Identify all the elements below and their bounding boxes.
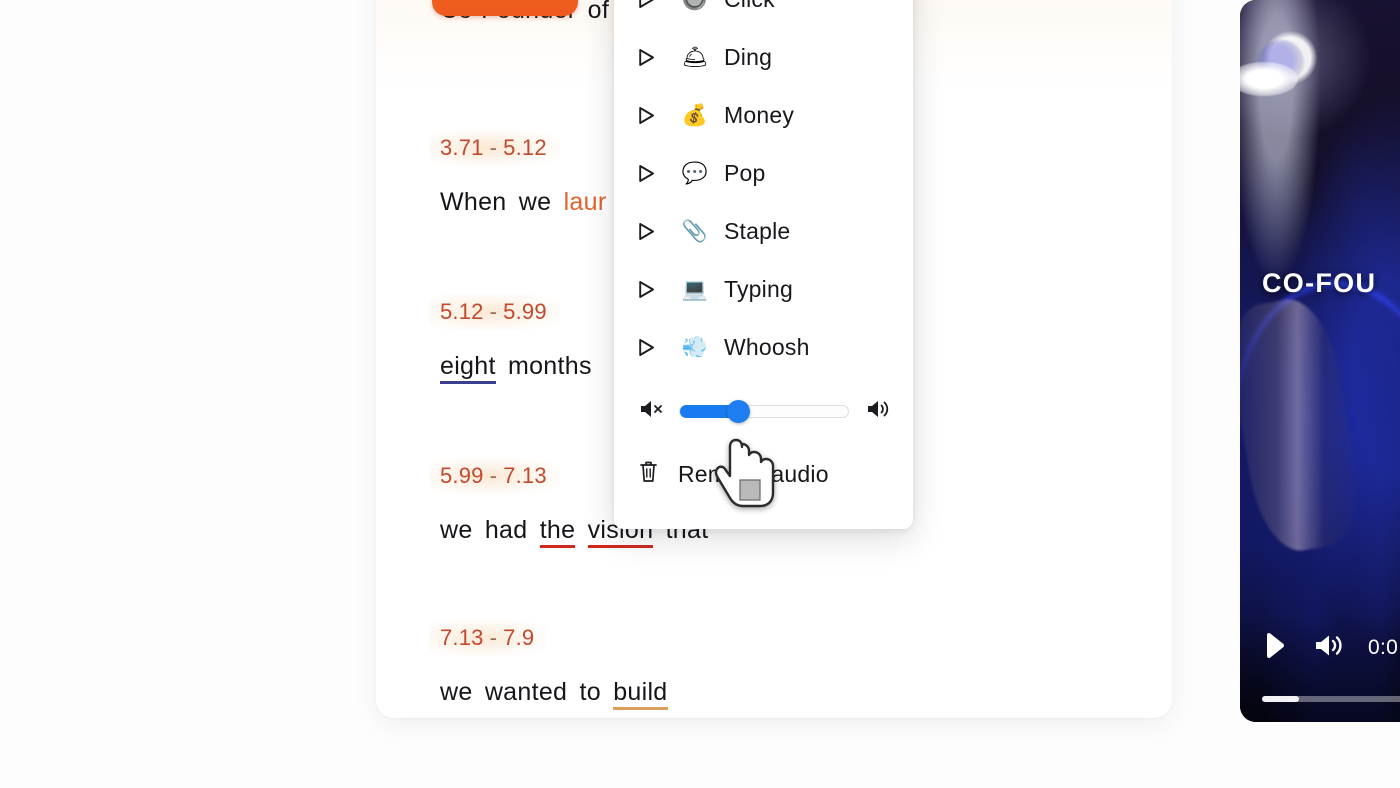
sound-effect-label: Staple	[724, 217, 791, 244]
sound-effect-label: Pop	[724, 159, 766, 186]
segment-start-time: 5.99	[440, 463, 484, 488]
segment-time-dash: -	[489, 135, 498, 160]
transcript-word[interactable]: When	[440, 188, 507, 216]
transcript-segment[interactable]: 3.71-5.12 When we laur	[429, 130, 606, 217]
transcript-word[interactable]: the	[539, 516, 576, 548]
segment-timestamp: 3.71-5.12	[429, 130, 560, 166]
video-progress-fill	[1262, 696, 1300, 702]
video-controls-bar: 0:0	[1240, 612, 1400, 722]
segment-text[interactable]: eight months	[440, 352, 592, 384]
sound-effects-list: 🔘 Click 🛎 Ding 💰 Money 💬 Pop 📎 Staple 💻 Typing 💨 Whoo…	[614, 0, 913, 376]
volume-slider[interactable]	[679, 400, 849, 423]
sound-effect-label: Whoosh	[724, 333, 810, 360]
sound-effect-item[interactable]: 💻 Typing	[614, 260, 913, 318]
volume-control-row[interactable]	[614, 384, 913, 438]
sound-effect-label: Ding	[724, 43, 773, 70]
sound-effect-label: Money	[724, 101, 795, 128]
play-preview-icon[interactable]	[638, 48, 655, 67]
transcript-word[interactable]: we	[440, 516, 473, 544]
sound-effect-item[interactable]: 🔘 Click	[614, 0, 913, 28]
play-icon[interactable]	[1258, 630, 1289, 666]
play-preview-icon[interactable]	[638, 0, 655, 9]
segment-text[interactable]: When we laur	[440, 188, 606, 217]
sound-effect-item[interactable]: 💬 Pop	[614, 144, 913, 202]
video-progress-bar[interactable]	[1262, 696, 1400, 702]
volume-icon[interactable]	[1313, 632, 1344, 664]
click-sound-icon: 🔘	[681, 0, 709, 10]
segment-end-time: 5.12	[503, 135, 547, 160]
transcript-word[interactable]: wanted	[485, 678, 567, 706]
segment-time-dash: -	[489, 463, 498, 488]
video-time-label: 0:0	[1368, 636, 1399, 659]
transcript-segment[interactable]: 7.13-7.9 we wanted to build	[429, 620, 668, 710]
sound-effect-label: Typing	[724, 275, 793, 302]
video-preview-panel[interactable]: CO-FOU 0:0	[1240, 0, 1400, 722]
volume-slider-knob[interactable]	[726, 400, 750, 423]
typing-sound-icon: 💻	[681, 277, 709, 301]
trash-icon	[638, 460, 659, 489]
sound-effect-item[interactable]: 📎 Staple	[614, 202, 913, 260]
remove-audio-label: Remove audio	[678, 460, 829, 487]
ding-sound-icon: 🛎	[681, 45, 709, 69]
volume-mute-icon[interactable]	[638, 398, 663, 425]
segment-end-time: 7.13	[503, 463, 547, 488]
staple-sound-icon: 📎	[681, 219, 709, 243]
transcript-word[interactable]: laur	[564, 188, 607, 216]
whoosh-sound-icon: 💨	[681, 335, 709, 359]
sound-effect-item[interactable]: 💨 Whoosh	[614, 318, 913, 376]
sound-effect-item[interactable]: 🛎 Ding	[614, 28, 913, 86]
segment-start-time: 3.71	[440, 135, 484, 160]
play-preview-icon[interactable]	[638, 280, 655, 299]
play-preview-icon[interactable]	[638, 338, 655, 357]
app-root: Co-Founder of 3.71-5.12When we laur5.12-…	[0, 0, 1400, 788]
segment-timestamp: 5.12-5.99	[429, 294, 560, 330]
transcript-word[interactable]: build	[613, 678, 668, 710]
transcript-word[interactable]: to	[579, 678, 600, 706]
segment-time-dash: -	[489, 625, 498, 650]
segment-start-time: 7.13	[440, 625, 484, 650]
sound-effect-item[interactable]: 💰 Money	[614, 86, 913, 144]
segment-end-time: 5.99	[503, 299, 547, 324]
transcript-segment[interactable]: 5.12-5.99 eight months	[429, 294, 592, 384]
video-caption-overlay: CO-FOU	[1262, 268, 1377, 298]
segment-text[interactable]: we wanted to build	[440, 678, 668, 710]
transcript-word[interactable]: had	[485, 516, 528, 544]
segment-timestamp: 5.99-7.13	[429, 458, 560, 494]
active-segment-pill[interactable]	[432, 0, 578, 16]
play-preview-icon[interactable]	[638, 222, 655, 241]
segment-time-dash: -	[489, 299, 498, 324]
transcript-word[interactable]: eight	[440, 352, 496, 384]
pop-sound-icon: 💬	[681, 161, 709, 185]
money-sound-icon: 💰	[681, 103, 709, 127]
sound-effects-menu: 🔘 Click 🛎 Ding 💰 Money 💬 Pop 📎 Staple 💻 Typing 💨 Whoo…	[614, 0, 913, 529]
play-preview-icon[interactable]	[638, 164, 655, 183]
transcript-word[interactable]: months	[508, 352, 592, 380]
remove-audio-item[interactable]: Remove audio	[614, 446, 913, 502]
segment-start-time: 5.12	[440, 299, 484, 324]
sound-effect-label: Click	[724, 0, 775, 13]
segment-timestamp: 7.13-7.9	[429, 620, 548, 656]
transcript-word[interactable]: we	[519, 188, 552, 216]
play-preview-icon[interactable]	[638, 106, 655, 125]
volume-max-icon[interactable]	[865, 398, 891, 425]
segment-end-time: 7.9	[503, 625, 535, 650]
transcript-word[interactable]: we	[440, 678, 473, 706]
